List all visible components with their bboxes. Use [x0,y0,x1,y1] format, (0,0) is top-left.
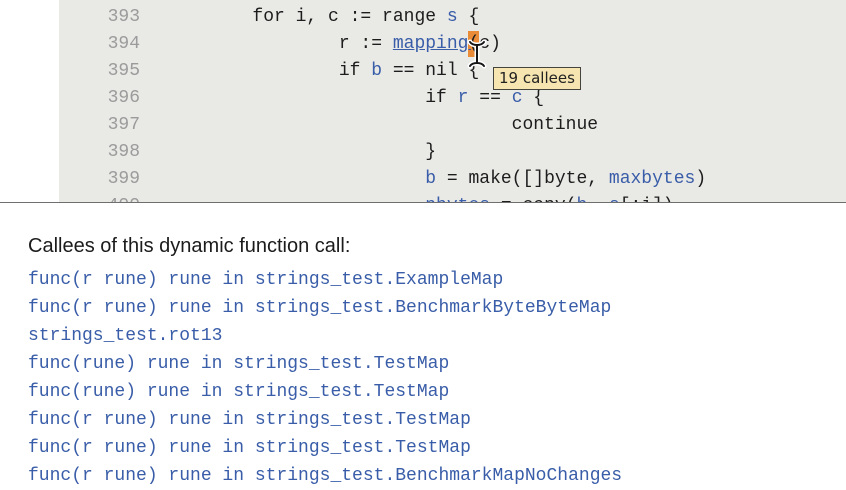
code-text: == nil { [382,61,479,81]
callee-link[interactable]: func(r rune) rune in strings_test.TestMa… [28,434,622,462]
code-line: 393 for i, c := range s { [59,4,846,31]
callees-panel-title: Callees of this dynamic function call: [28,234,350,258]
line-number: 397 [59,112,140,139]
line-number: 396 [59,85,140,112]
identifier-link[interactable]: c [512,88,523,108]
code-line: 396 if r == c { [59,85,846,112]
callee-link[interactable]: func(r rune) rune in strings_test.Exampl… [28,266,622,294]
line-number: 399 [59,166,140,193]
code-text: } [166,142,436,162]
code-line: 399 b = make([]byte, maxbytes) [59,166,846,193]
ibeam-cursor-icon [467,39,487,69]
identifier-link[interactable]: b [371,61,382,81]
code-text: for i, c := range [166,7,447,27]
code-line: 398 } [59,139,846,166]
code-text: { [458,7,480,27]
callee-link[interactable]: func(rune) rune in strings_test.TestMap [28,378,622,406]
line-number: 394 [59,31,140,58]
code-text: continue [166,115,598,135]
identifier-link[interactable]: b [425,169,436,189]
code-text [166,169,425,189]
callees-panel: Callees of this dynamic function call: f… [0,203,846,490]
code-line: 395 if b == nil { [59,58,846,85]
code-text: if [166,61,371,81]
identifier-link[interactable]: r [458,88,469,108]
callee-link[interactable]: func(r rune) rune in strings_test.Benchm… [28,294,622,322]
identifier-link[interactable]: maxbytes [609,169,695,189]
line-number: 398 [59,139,140,166]
code-content: b = make([]byte, maxbytes) [166,169,706,189]
callee-link[interactable]: func(rune) rune in strings_test.TestMap [28,350,622,378]
line-number: 393 [59,4,140,31]
line-number: 395 [59,58,140,85]
code-content: continue [166,115,598,135]
code-line: 400 nbytes = copy(b, s[:i]) [59,193,846,202]
code-content: if b == nil { [166,61,479,81]
callee-list: func(r rune) rune in strings_test.Exampl… [28,266,622,490]
line-number: 400 [59,193,140,202]
code-line: 394 r := mapping(c) [59,31,846,58]
callee-link[interactable]: func(r rune) rune in strings_test.TestMa… [28,406,622,434]
code-text: ) [695,169,706,189]
callee-link[interactable]: func(r rune) rune in strings_test.Benchm… [28,462,622,490]
code-content: if r == c { [166,88,544,108]
code-content: r := mapping(c) [166,31,501,57]
identifier-link[interactable]: mapping [393,34,469,54]
source-code-pane[interactable]: 393 for i, c := range s { 394 r := mappi… [59,0,846,202]
identifier-link[interactable]: s [447,7,458,27]
code-text: == [468,88,511,108]
callee-link[interactable]: strings_test.rot13 [28,322,622,350]
code-text: r := [166,34,393,54]
callees-tooltip: 19 callees [493,67,581,90]
code-line: 397 continue [59,112,846,139]
code-text: { [523,88,545,108]
code-content: } [166,142,436,162]
code-text: = make([]byte, [436,169,609,189]
code-lines: 393 for i, c := range s { 394 r := mappi… [59,0,846,202]
code-content: for i, c := range s { [166,7,479,27]
code-text: if [166,88,458,108]
